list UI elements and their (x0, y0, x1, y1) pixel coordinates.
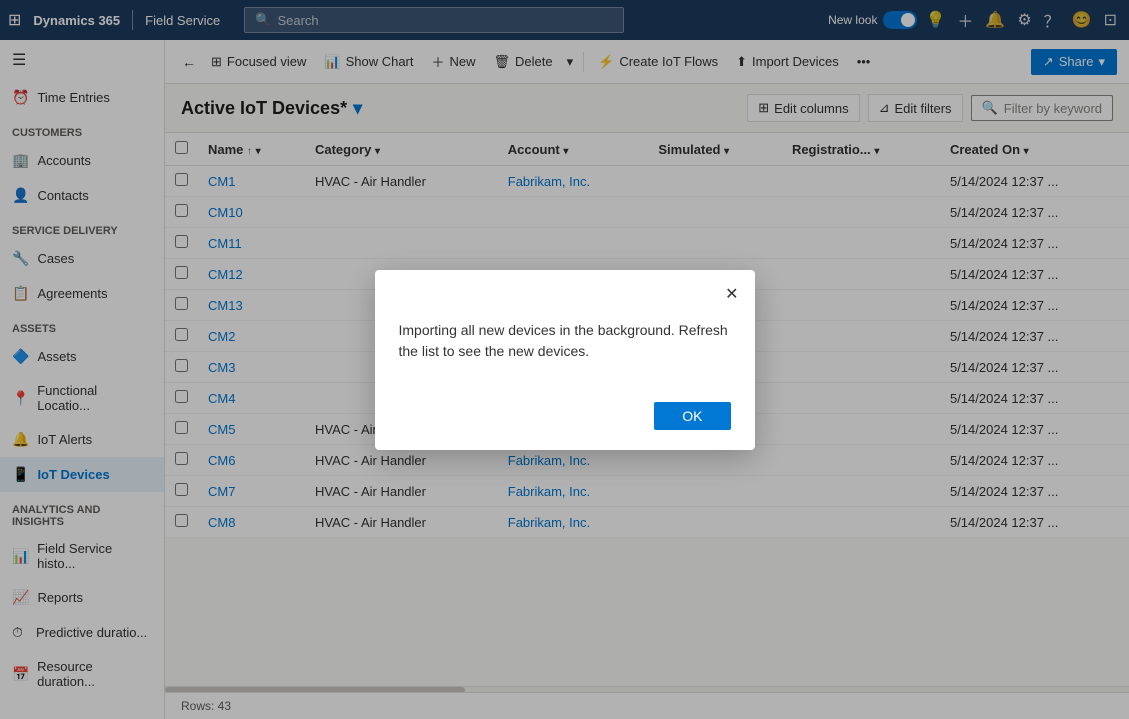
modal-footer: OK (375, 390, 755, 450)
modal-body: Importing all new devices in the backgro… (375, 308, 755, 390)
modal: ✕ Importing all new devices in the backg… (375, 270, 755, 450)
modal-ok-label: OK (682, 408, 702, 424)
modal-header: ✕ (375, 270, 755, 308)
modal-ok-button[interactable]: OK (654, 402, 730, 430)
modal-message: Importing all new devices in the backgro… (399, 322, 728, 359)
modal-overlay: ✕ Importing all new devices in the backg… (0, 0, 1129, 719)
modal-close-button[interactable]: ✕ (721, 280, 742, 308)
